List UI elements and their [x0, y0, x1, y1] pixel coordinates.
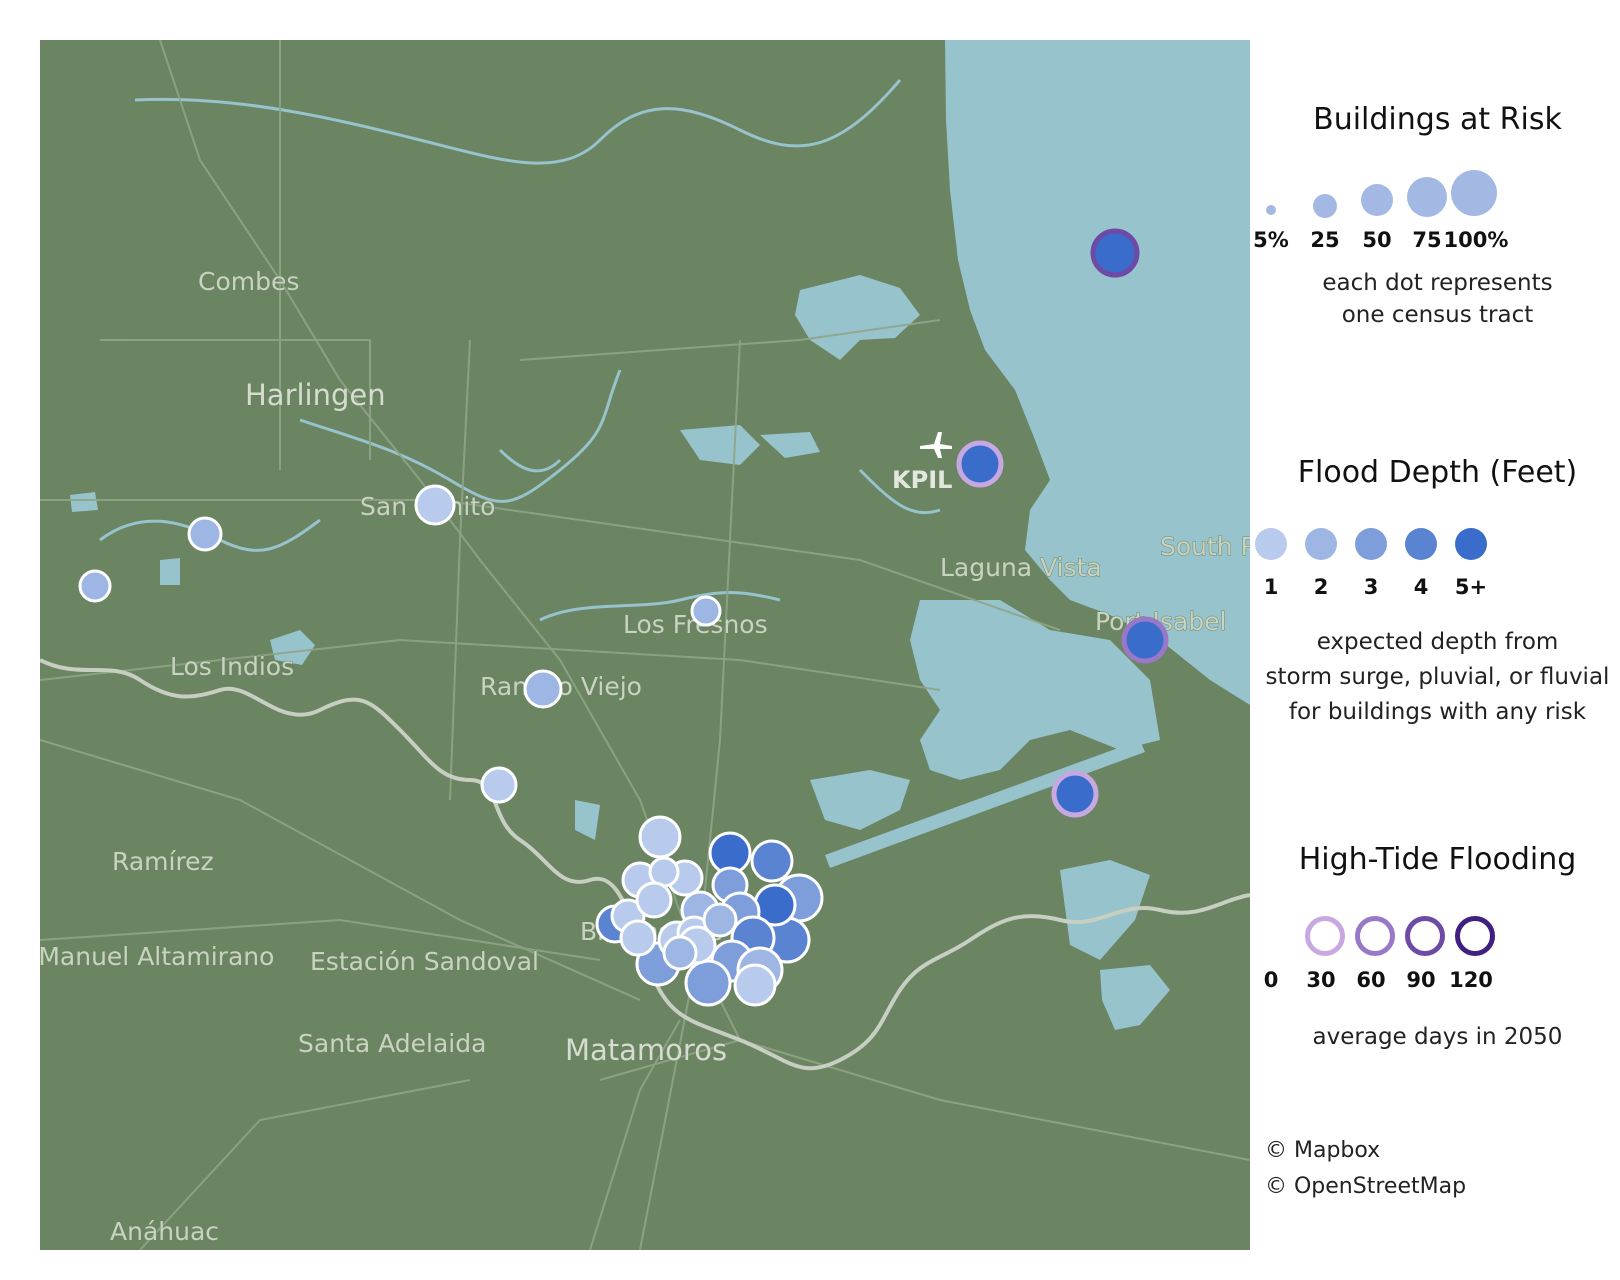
- bay-water: [810, 770, 910, 830]
- tract-dot[interactable]: [619, 919, 657, 957]
- flood-depth-title: Flood Depth (Feet): [1297, 455, 1578, 490]
- pond-water: [70, 492, 98, 512]
- tract-dot[interactable]: [733, 963, 777, 1007]
- tract-dot[interactable]: [414, 484, 456, 526]
- size-swatch-75: [1407, 177, 1447, 217]
- road: [449, 339, 471, 801]
- size-swatch-100: [1451, 170, 1497, 216]
- depth-swatch-4: [1405, 528, 1437, 560]
- tide-swatch-30: [1305, 916, 1345, 956]
- high-tide-flooding-title: High-Tide Flooding: [1298, 842, 1577, 877]
- place-label-anahuac: Anáhuac: [110, 1217, 219, 1246]
- place-label-ramirez: Ramírez: [112, 847, 214, 876]
- road: [639, 339, 741, 1250]
- tide-note-line: average days in 2050: [1312, 1024, 1563, 1050]
- map[interactable]: Combes Harlingen San Benito Los Indios L…: [40, 40, 1250, 1250]
- bay-water: [1100, 965, 1170, 1030]
- buildings-note-line: each dot represents: [1322, 270, 1553, 296]
- depth-swatch-3: [1355, 528, 1387, 560]
- tide-tick: 120: [1449, 968, 1493, 992]
- depth-note-line: for buildings with any risk: [1288, 699, 1587, 725]
- place-label-harlingen: Harlingen: [245, 378, 386, 412]
- place-label-ignacio-manuel-altamirano: Ignacio Manuel Altamirano: [40, 942, 274, 971]
- size-swatch-50: [1361, 184, 1393, 216]
- tract-dot[interactable]: [702, 902, 738, 938]
- openstreetmap-credit-link[interactable]: © OpenStreetMap: [1265, 1174, 1466, 1199]
- mapbox-credit-link[interactable]: © Mapbox: [1265, 1138, 1380, 1163]
- tract-dot-high-tide[interactable]: [1121, 616, 1169, 664]
- size-swatch-25: [1313, 194, 1337, 218]
- road: [40, 499, 1061, 631]
- tract-dot[interactable]: [690, 595, 722, 627]
- depth-swatch-1: [1255, 528, 1287, 560]
- arroyo-colorado-river: [134, 79, 902, 165]
- pond-water: [575, 800, 600, 840]
- size-tick: 100%: [1443, 228, 1509, 252]
- place-label-los-indios: Los Indios: [170, 652, 294, 681]
- resaca-river: [498, 448, 562, 473]
- place-label-matamoros: Matamoros: [565, 1033, 727, 1067]
- depth-note-line: expected depth from: [1316, 629, 1559, 655]
- place-label-combes: Combes: [198, 267, 299, 296]
- tract-dot[interactable]: [638, 815, 682, 859]
- place-label-estacion-sandoval: Estación Sandoval: [310, 947, 539, 976]
- tide-swatch-90: [1405, 916, 1445, 956]
- map-canvas: Combes Harlingen San Benito Los Indios L…: [40, 40, 1250, 1250]
- tract-dot[interactable]: [635, 881, 673, 919]
- airplane-icon: [920, 432, 952, 458]
- depth-swatch-5: [1455, 528, 1487, 560]
- tract-dot-high-tide[interactable]: [1090, 228, 1140, 278]
- tract-dot[interactable]: [480, 766, 518, 804]
- tract-dot[interactable]: [523, 669, 563, 709]
- tract-dot-high-tide[interactable]: [1051, 770, 1099, 818]
- size-swatch-5: [1266, 205, 1276, 215]
- place-label-south-padre: South Padre: [1160, 532, 1250, 561]
- airport-label: KPIL: [892, 466, 952, 494]
- tract-dot-high-tide[interactable]: [956, 440, 1004, 488]
- tract-dot[interactable]: [662, 935, 698, 971]
- river-layer: [99, 79, 941, 622]
- tide-swatch-120: [1455, 916, 1495, 956]
- depth-swatch-2: [1305, 528, 1337, 560]
- tract-dot[interactable]: [187, 516, 223, 552]
- buildings-at-risk-title: Buildings at Risk: [1313, 102, 1562, 137]
- legend: Buildings at Risk 5% 25 50 75 100% each …: [1253, 40, 1620, 1250]
- lagoon-water: [795, 275, 920, 360]
- place-label-laguna-vista: Laguna Vista: [940, 553, 1102, 582]
- tract-dot[interactable]: [78, 569, 112, 603]
- depth-note-line: storm surge, pluvial, or fluvial: [1265, 664, 1610, 690]
- tract-dot[interactable]: [684, 959, 732, 1007]
- buildings-note-line: one census tract: [1341, 302, 1534, 328]
- lagoon-water: [760, 432, 820, 458]
- depth-tick: 5+: [1454, 575, 1488, 599]
- tide-swatch-60: [1355, 916, 1395, 956]
- pond-water: [160, 558, 180, 585]
- place-label-santa-adelaida: Santa Adelaida: [298, 1029, 486, 1058]
- tract-dot[interactable]: [750, 839, 794, 883]
- lagoon-water: [680, 425, 760, 465]
